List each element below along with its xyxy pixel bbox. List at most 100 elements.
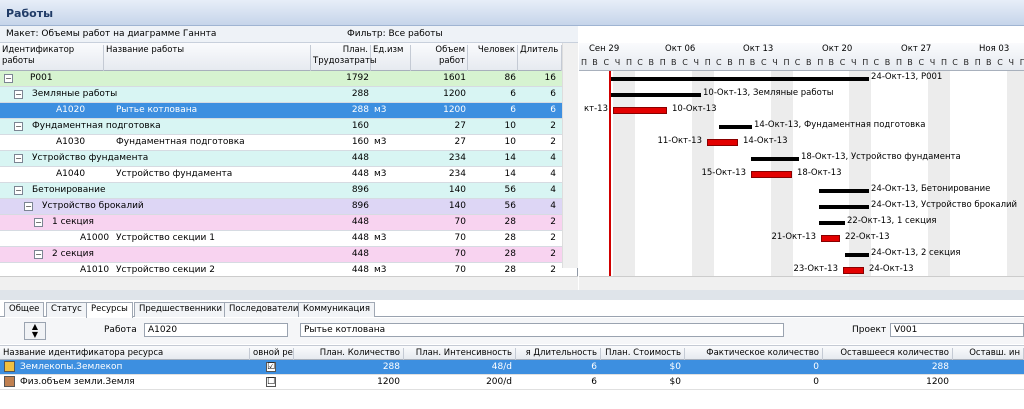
resource-row[interactable]: Землекопы.Землекоп ☑ 288 48/d 6 $0 0 288 — [0, 360, 1024, 375]
row-duration: 6 — [550, 89, 556, 99]
bar-end-label: 24-Окт-13 — [869, 264, 914, 274]
summary-bar[interactable] — [819, 221, 845, 225]
table-header: Идентификатор работы Название работы Пла… — [0, 43, 577, 71]
day-letter: С — [997, 58, 1003, 67]
tab-3[interactable]: Предшественники — [134, 302, 228, 317]
col-id[interactable]: Идентификатор работы — [0, 45, 104, 71]
splitter[interactable] — [0, 290, 1024, 300]
col-people[interactable]: Человек — [468, 45, 518, 71]
row-volume: 1200 — [443, 105, 466, 115]
spin-buttons[interactable]: ▲ ▼ — [24, 322, 46, 340]
table-row[interactable]: − Устройство фундамента 448 234 14 4 — [0, 151, 562, 167]
resources-table: Название идентификатора ресурса овной рес… — [0, 345, 1024, 409]
primary-resource-checkbox[interactable]: ☐ — [266, 377, 276, 387]
summary-bar[interactable] — [611, 77, 869, 81]
task-bar[interactable] — [613, 107, 667, 114]
row-labor: 896 — [351, 201, 369, 211]
weekend-shade — [1006, 71, 1024, 276]
row-name: Фундаментная подготовка — [32, 121, 161, 131]
tab-5[interactable]: Коммуникация — [298, 302, 375, 317]
col-planned-labor[interactable]: План. Трудозатраты — [311, 45, 377, 71]
day-letter: В — [592, 58, 598, 67]
primary-resource-checkbox[interactable]: ☑ — [266, 362, 276, 372]
summary-bar[interactable] — [819, 189, 869, 193]
task-bar[interactable] — [707, 139, 738, 146]
table-row[interactable]: − Устройство брокалий 896 140 56 4 — [0, 199, 562, 215]
day-letter: В — [963, 58, 970, 67]
table-row[interactable]: A1040 Устройство фундамента 448 м3 234 14 4 — [0, 167, 562, 183]
expand-toggle-icon[interactable]: − — [14, 154, 23, 163]
table-row[interactable]: −2 секция 448 70 28 2 — [0, 247, 562, 263]
row-volume: 70 — [454, 233, 466, 243]
weekend-shade — [613, 71, 635, 276]
day-letter: В — [749, 58, 756, 67]
expand-toggle-icon[interactable]: − — [34, 218, 43, 227]
task-bar[interactable] — [821, 235, 840, 242]
grid-vertical-scrollbar[interactable] — [562, 43, 578, 268]
row-people: 56 — [504, 185, 516, 195]
resource-intensity: 200/d — [486, 377, 512, 387]
tab-2[interactable]: Ресурсы — [86, 302, 133, 318]
tab-4[interactable]: Последователи — [224, 302, 304, 317]
resource-dur: 6 — [591, 377, 597, 387]
summary-bar[interactable] — [611, 93, 701, 97]
summary-bar[interactable] — [819, 205, 869, 209]
col-name[interactable]: Название работы — [104, 45, 311, 71]
day-letter: П — [626, 58, 633, 67]
row-labor: 896 — [351, 185, 369, 195]
tab-1[interactable]: Статус — [46, 302, 87, 317]
table-row[interactable]: −1 секция 448 70 28 2 — [0, 215, 562, 231]
row-volume: 1601 — [443, 73, 466, 83]
table-row[interactable]: A1000 Устройство секции 1 448 м3 70 28 2 — [0, 231, 562, 247]
day-letter: В — [648, 58, 655, 67]
bar-start-label: кт-13 — [584, 104, 608, 114]
summary-bar[interactable] — [751, 157, 799, 161]
expand-toggle-icon[interactable]: − — [14, 90, 23, 99]
row-people: 10 — [504, 121, 516, 131]
table-row[interactable]: − Бетонирование 896 140 56 4 — [0, 183, 562, 199]
table-row[interactable]: − P001 1792 1601 86 16 — [0, 71, 562, 87]
task-bar[interactable] — [751, 171, 792, 178]
table-row[interactable]: − Земляные работы 288 1200 6 6 — [0, 87, 562, 103]
task-bar[interactable] — [843, 267, 864, 274]
work-name-field[interactable]: Рытье котлована — [300, 323, 784, 337]
expand-toggle-icon[interactable]: − — [24, 202, 33, 211]
row-name: Земляные работы — [32, 89, 118, 99]
row-people: 28 — [504, 217, 516, 227]
weekend-shade — [928, 71, 950, 276]
col-duration[interactable]: Длитель — [518, 45, 562, 71]
gantt-horizontal-scrollbar[interactable] — [579, 276, 1024, 290]
grid-horizontal-scrollbar[interactable] — [0, 276, 578, 290]
col-volume[interactable]: Объем работ — [411, 45, 468, 71]
detail-form: ▲ ▼ Работа A1020 Рытье котлована Проект V… — [0, 318, 1024, 344]
day-letter: С — [952, 58, 958, 67]
table-row[interactable]: − Фундаментная подготовка 160 27 10 2 — [0, 119, 562, 135]
resource-cost: $0 — [669, 362, 681, 372]
summary-bar[interactable] — [719, 125, 752, 129]
col-unit[interactable]: Ед.изм — [371, 45, 411, 71]
row-id: A1000 — [80, 233, 110, 243]
day-letter: П — [974, 58, 981, 67]
table-row[interactable]: A1030 Фундаментная подготовка 160 м3 27 10 2 — [0, 135, 562, 151]
resource-row[interactable]: Физ.объем земли.Земля ☐ 1200 200/d 6 $0 0 1200 — [0, 375, 1024, 390]
row-volume: 27 — [454, 121, 466, 131]
bar-label: 24-Окт-13, Бетонирование — [871, 184, 991, 194]
day-letter: Ч — [929, 58, 936, 67]
filter-label[interactable]: Фильтр: Все работы — [347, 29, 443, 39]
expand-toggle-icon[interactable]: − — [14, 186, 23, 195]
tab-0[interactable]: Общее — [4, 302, 45, 317]
layout-label[interactable]: Макет: Объемы работ на диаграмме Ганнта — [6, 29, 216, 39]
work-id-field[interactable]: A1020 — [144, 323, 288, 337]
row-people: 28 — [504, 265, 516, 275]
row-duration: 4 — [550, 185, 556, 195]
expand-toggle-icon[interactable]: − — [4, 74, 13, 83]
day-letter: В — [907, 58, 913, 67]
expand-toggle-icon[interactable]: − — [14, 122, 23, 131]
resource-qty: 1200 — [377, 377, 400, 387]
expand-toggle-icon[interactable]: − — [34, 250, 43, 259]
row-duration: 2 — [550, 233, 556, 243]
project-id-field[interactable]: V001 — [890, 323, 1024, 337]
table-row[interactable]: A1020 Рытье котлована 288 м3 1200 6 6 — [0, 103, 562, 119]
summary-bar[interactable] — [845, 253, 869, 257]
row-unit: м3 — [374, 105, 387, 115]
